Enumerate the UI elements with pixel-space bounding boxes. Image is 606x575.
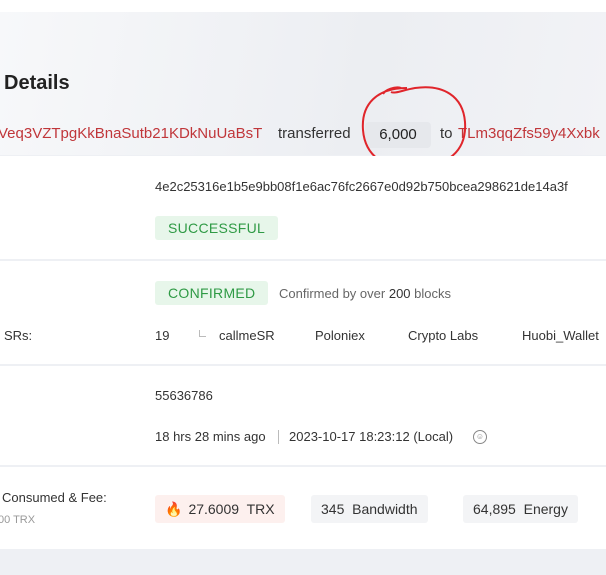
clock-face-icon[interactable]: ☺ [473, 430, 487, 444]
to-address-link[interactable]: TLm3qqZfs59y4Xxbk [458, 125, 600, 142]
sr-link-callmesr[interactable]: callmeSR [219, 328, 275, 343]
sr-link-poloniex[interactable]: Poloniex [315, 328, 365, 343]
consumed-fee-label: Consumed & Fee: [2, 490, 107, 505]
trx-amount: 27.6009 [188, 501, 240, 517]
details-header: Details Veq3VZTpgKkBnaSutb21KDkNuUaBsT t… [0, 12, 606, 155]
top-strip [0, 0, 606, 12]
bandwidth-amount: 345 [321, 501, 345, 517]
energy-amount: 64,895 [473, 501, 516, 517]
trx-unit: TRX [246, 501, 275, 517]
sr-link-huobi-wallet[interactable]: Huobi_Wallet [522, 328, 599, 343]
sr-link-crypto-labs[interactable]: Crypto Labs [408, 328, 478, 343]
block-number-link[interactable]: 55636786 [155, 388, 213, 403]
corner-branch-icon [199, 330, 206, 337]
transfer-summary: Veq3VZTpgKkBnaSutb21KDkNuUaBsT transferr… [0, 122, 606, 148]
fee-card: Consumed & Fee: 00 TRX 🔥 27.6009 TRX 345 … [0, 467, 606, 549]
bandwidth-unit: Bandwidth [352, 501, 418, 517]
energy-pill: 64,895 Energy [463, 495, 578, 523]
trx-fee-pill: 🔥 27.6009 TRX [155, 495, 285, 523]
confirmed-suffix: blocks [414, 286, 452, 301]
transferred-text: transferred [278, 125, 351, 142]
relative-time: 18 hrs 28 mins ago [155, 429, 266, 444]
confirmed-prefix: Confirmed by over [279, 286, 386, 301]
confirmation-card: CONFIRMED Confirmed by over 200 blocks S… [0, 261, 606, 364]
confirmed-badge: CONFIRMED [155, 281, 269, 305]
fee-sub-label: 00 TRX [0, 514, 36, 526]
transaction-hash[interactable]: 4e2c25316e1b5e9bb08f1e6ac76fc2667e0d92b7… [155, 179, 568, 194]
amount-badge: 6,000 [365, 122, 431, 148]
bandwidth-pill: 345 Bandwidth [311, 495, 428, 523]
srs-count: 19 [155, 328, 170, 343]
confirmed-text: Confirmed by over 200 blocks [279, 286, 451, 301]
from-address-link[interactable]: Veq3VZTpgKkBnaSutb21KDkNuUaBsT [0, 125, 262, 142]
result-badge: SUCCESSFUL [155, 216, 279, 240]
time-separator [278, 430, 279, 444]
fire-icon: 🔥 [165, 501, 183, 517]
confirmed-count: 200 [388, 286, 411, 301]
to-text: to [440, 125, 453, 142]
hash-card: 4e2c25316e1b5e9bb08f1e6ac76fc2667e0d92b7… [0, 156, 606, 259]
srs-label: SRs: [4, 328, 33, 343]
timestamp: 2023-10-17 18:23:12 (Local) [289, 429, 454, 444]
page-title: Details [4, 72, 70, 94]
energy-unit: Energy [523, 501, 568, 517]
block-card: 55636786 18 hrs 28 mins ago 2023-10-17 1… [0, 366, 606, 465]
